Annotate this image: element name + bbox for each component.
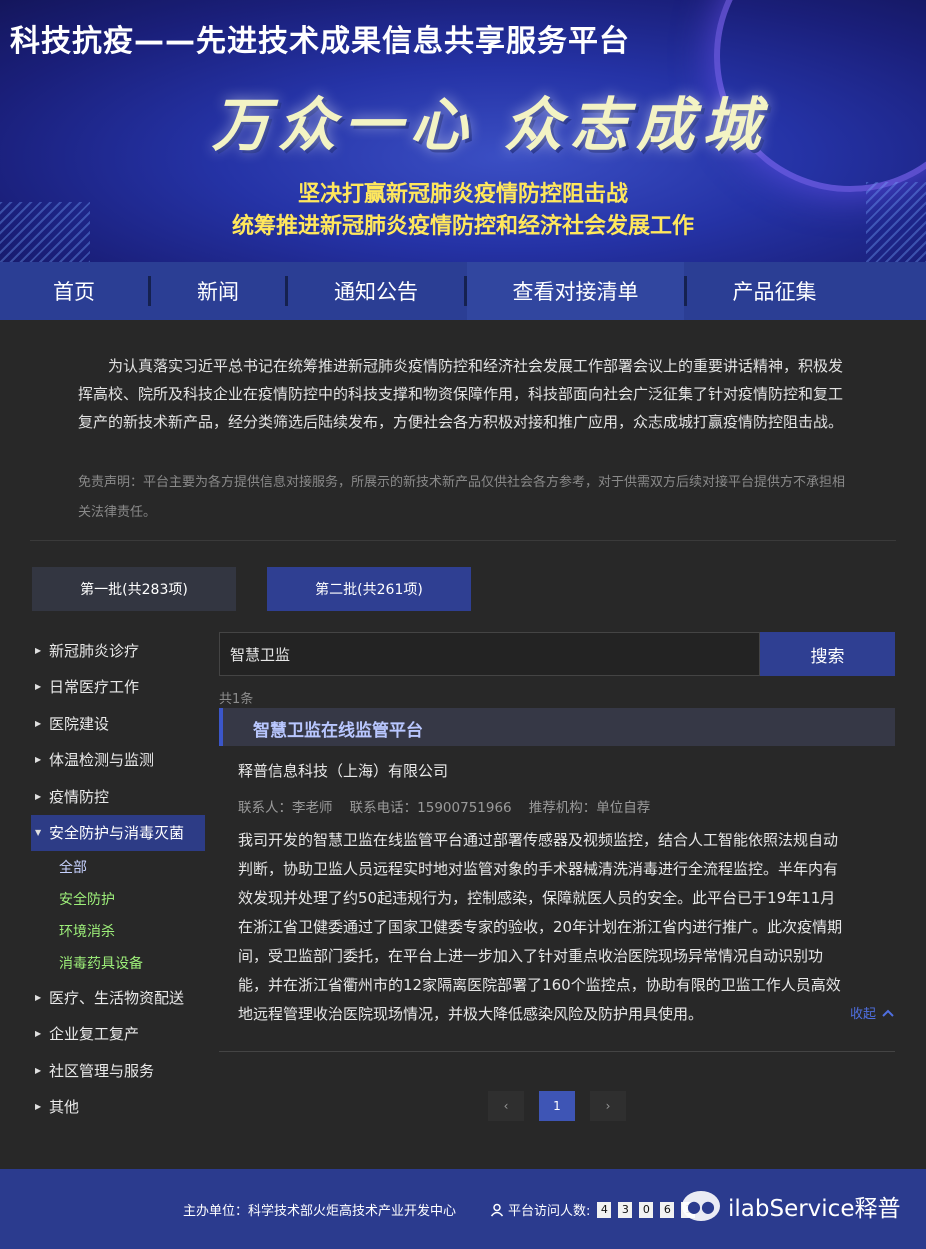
subcategory-environment-disinfection[interactable]: 环境消杀 xyxy=(31,915,205,947)
sidebar-item-label: 日常医疗工作 xyxy=(49,678,140,697)
visit-digit: 6 xyxy=(660,1201,675,1218)
nav-home[interactable]: 首页 xyxy=(0,262,148,320)
sidebar-item-community[interactable]: ▶ 社区管理与服务 xyxy=(31,1052,205,1089)
sidebar-item-hospital-construction[interactable]: ▶ 医院建设 xyxy=(31,705,205,742)
visit-digit: 4 xyxy=(597,1201,612,1218)
result-contact: 联系人：李老师 联系电话：15900751966 推荐机构：单位自荐 xyxy=(238,800,651,816)
caret-right-icon: ▶ xyxy=(35,718,42,728)
visit-digit: 0 xyxy=(639,1201,654,1218)
nav-product-collection[interactable]: 产品征集 xyxy=(687,262,862,320)
chevron-up-icon xyxy=(882,1009,894,1017)
search-button[interactable]: 搜索 xyxy=(760,632,895,676)
nav-notices[interactable]: 通知公告 xyxy=(288,262,464,320)
result-header: 智慧卫监在线监管平台 xyxy=(219,708,895,746)
caret-right-icon: ▶ xyxy=(35,645,42,655)
result-company: 释普信息科技（上海）有限公司 xyxy=(238,762,449,780)
sidebar-item-label: 其他 xyxy=(49,1098,80,1117)
sidebar-item-label: 医院建设 xyxy=(49,714,110,733)
intro-text: 为认真落实习近平总书记在统筹推进新冠肺炎疫情防控和经济社会发展工作部署会议上的重… xyxy=(78,357,844,431)
caret-right-icon: ▶ xyxy=(35,1029,42,1039)
sidebar-item-label: 新冠肺炎诊疗 xyxy=(49,641,140,660)
user-icon xyxy=(490,1203,504,1216)
sidebar-item-label: 社区管理与服务 xyxy=(49,1061,155,1080)
sidebar-item-temperature[interactable]: ▶ 体温检测与监测 xyxy=(31,742,205,779)
banner-subtitle: 坚决打赢新冠肺炎疫情防控阻击战 xyxy=(297,182,628,207)
sidebar-item-label: 医疗、生活物资配送 xyxy=(49,988,185,1007)
banner-subtitle: 统筹推进新冠肺炎疫情防控和经济社会发展工作 xyxy=(231,214,694,239)
sidebar-item-supplies-delivery[interactable]: ▶ 医疗、生活物资配送 xyxy=(31,979,205,1016)
caret-right-icon: ▶ xyxy=(35,755,42,765)
result-description: 我司开发的智慧卫监在线监管平台通过部署传感器及视频监控，结合人工智能依照法规自动… xyxy=(238,831,843,1023)
nav-docking-list[interactable]: 查看对接清单 xyxy=(467,262,684,320)
visit-counter: 平台访问人数: 4 3 0 6 1 xyxy=(490,1200,696,1219)
footer-host: 主办单位：科学技术部火炬高技术产业开发中心 xyxy=(183,1204,457,1219)
sidebar-item-label: 疫情防控 xyxy=(49,787,110,806)
nav-news[interactable]: 新闻 xyxy=(151,262,285,320)
pagination-page-button[interactable]: 1 xyxy=(539,1091,575,1121)
site-title: 科技抗疫——先进技术成果信息共享服务平台 xyxy=(10,24,630,59)
watermark-text: ilabService释普 xyxy=(728,1196,901,1222)
sidebar-item-daily-medical[interactable]: ▶ 日常医疗工作 xyxy=(31,669,205,706)
pagination-prev-button[interactable]: ‹ xyxy=(488,1091,524,1121)
sidebar-item-label: 体温检测与监测 xyxy=(49,751,155,770)
result-title[interactable]: 智慧卫监在线监管平台 xyxy=(253,716,423,741)
visit-digit: 3 xyxy=(618,1201,633,1218)
collapse-button[interactable]: 收起 xyxy=(850,1003,894,1022)
watermark: ●● ilabService释普 xyxy=(682,1189,900,1223)
section-divider xyxy=(30,540,896,541)
category-sidebar: ▶ 新冠肺炎诊疗 ▶ 日常医疗工作 ▶ 医院建设 ▶ 体温检测与监测 ▶ 疫情防控 ▼ 安全… xyxy=(31,632,205,1125)
disclaimer-text: 免责声明：平台主要为各方提供信息对接服务，所展示的新技术新产品仅供社会各方参考，… xyxy=(78,475,846,520)
search-input[interactable]: 智慧卫监 xyxy=(219,632,760,676)
visit-label: 平台访问人数: xyxy=(508,1204,591,1219)
result-count: 共1条 xyxy=(219,692,254,707)
caret-right-icon: ▶ xyxy=(35,682,42,692)
banner-slogan: 万众一心 众志成城 xyxy=(211,91,769,159)
caret-right-icon: ▶ xyxy=(35,791,42,801)
sidebar-item-safety-disinfection[interactable]: ▼ 安全防护与消毒灭菌 xyxy=(31,814,205,851)
caret-right-icon: ▶ xyxy=(35,1065,42,1075)
caret-down-icon: ▼ xyxy=(35,828,42,838)
batch-tab-first[interactable]: 第一批(共283项) xyxy=(32,567,236,611)
wechat-icon: ●● xyxy=(682,1191,720,1221)
sidebar-item-label: 安全防护与消毒灭菌 xyxy=(49,824,185,843)
page-footer: 主办单位：科学技术部火炬高技术产业开发中心 平台访问人数: 4 3 0 6 1 … xyxy=(0,1169,926,1249)
main-nav: 首页 新闻 通知公告 查看对接清单 产品征集 xyxy=(0,262,926,320)
pagination-next-button[interactable]: › xyxy=(590,1091,626,1121)
subcategory-all[interactable]: 全部 xyxy=(31,851,205,883)
sidebar-item-other[interactable]: ▶ 其他 xyxy=(31,1089,205,1126)
sidebar-item-epidemic-control[interactable]: ▶ 疫情防控 xyxy=(31,778,205,815)
caret-right-icon: ▶ xyxy=(35,1102,42,1112)
subcategory-safety-protection[interactable]: 安全防护 xyxy=(31,883,205,915)
subcategory-disinfection-equipment[interactable]: 消毒药具设备 xyxy=(31,947,205,979)
collapse-label: 收起 xyxy=(850,1007,877,1022)
sidebar-item-covid-treatment[interactable]: ▶ 新冠肺炎诊疗 xyxy=(31,632,205,669)
sidebar-item-resumption[interactable]: ▶ 企业复工复产 xyxy=(31,1016,205,1053)
caret-right-icon: ▶ xyxy=(35,992,42,1002)
result-divider xyxy=(219,1051,895,1052)
header-banner: 科技抗疫——先进技术成果信息共享服务平台 万众一心 众志成城 坚决打赢新冠肺炎疫… xyxy=(0,0,926,262)
batch-tab-second[interactable]: 第二批(共261项) xyxy=(267,567,471,611)
sidebar-item-label: 企业复工复产 xyxy=(49,1025,140,1044)
